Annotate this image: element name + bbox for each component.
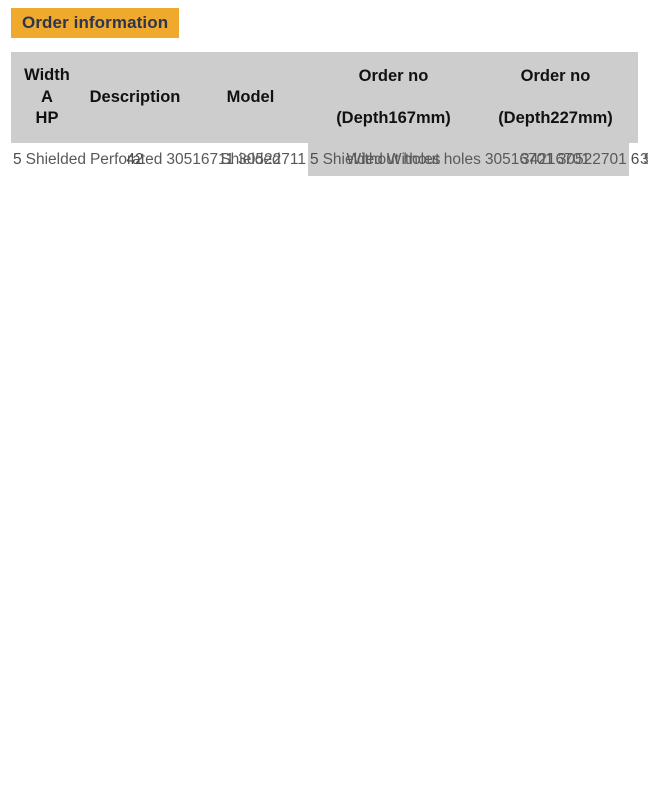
column-header-model-label: Model [226, 87, 275, 106]
table-body: 5 Shielded Perforated 30516711 30522711 5 Shie… [11, 143, 648, 176]
table-row: 5 Shielded Perforated 30516711 30522711 5 Shie… [11, 143, 648, 176]
section-title-text: Order information [22, 13, 169, 32]
order-information-page: Order information Width A HP Description [0, 0, 648, 808]
order-information-table: Width A HP Description Model Order no (D… [11, 52, 648, 176]
table-header-row: Width A HP Description Model Order no (D… [11, 52, 638, 143]
column-header-description-label: Description [89, 87, 181, 106]
column-header-order-no-167: Order no (Depth167mm) [314, 52, 473, 143]
column-header-order-no-167-depth: (Depth167mm) [336, 108, 451, 127]
column-header-width-line2: A [41, 87, 53, 106]
table-header: Width A HP Description Model Order no (D… [11, 52, 638, 143]
column-header-order-no-227-line1: Order no [520, 66, 591, 85]
column-header-order-no-227-depth: (Depth227mm) [498, 108, 613, 127]
column-header-description: Description [83, 52, 187, 143]
column-header-width-line3: HP [35, 109, 59, 128]
cell-width: 5 [13, 150, 22, 168]
section-title-banner: Order information [11, 8, 180, 38]
column-header-order-no-167-line1: Order no [358, 66, 429, 85]
column-header-model: Model [187, 52, 314, 143]
column-header-order-no-227: Order no (Depth227mm) [473, 52, 638, 143]
column-header-width: Width A HP [11, 52, 83, 143]
column-header-width-line1: Width [24, 66, 70, 85]
cell-description: Shielded [25, 150, 86, 168]
